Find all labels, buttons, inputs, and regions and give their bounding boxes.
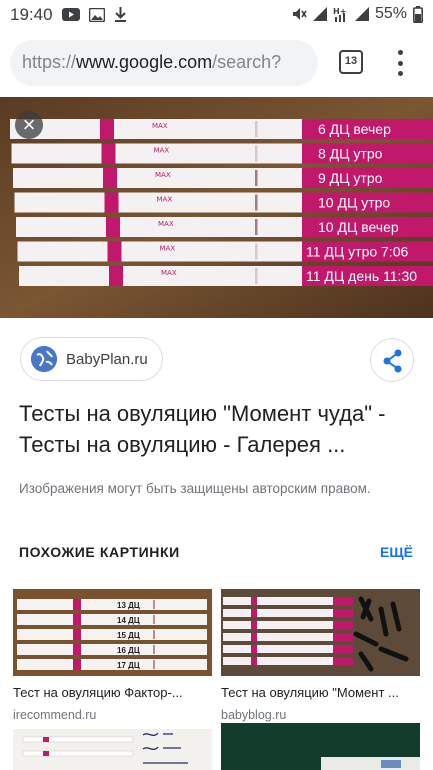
source-chip[interactable]: BabyPlan.ru bbox=[20, 337, 163, 381]
image-icon bbox=[89, 7, 105, 22]
max-label: MAX bbox=[161, 269, 177, 277]
similar-images-heading: ПОХОЖИЕ КАРТИНКИ bbox=[19, 544, 180, 560]
tab-switcher-button[interactable]: 13 bbox=[339, 50, 363, 74]
card-site: babyblog.ru bbox=[221, 708, 287, 722]
strip-label: 10 ДЦ вечер bbox=[318, 219, 399, 235]
strip-label: 13 ДЦ bbox=[117, 601, 140, 610]
hplus-icon: H+ bbox=[333, 7, 346, 22]
similar-card[interactable]: 13 ДЦ 14 ДЦ 15 ДЦ 16 ДЦ 17 ДЦ Тест на овуляц… bbox=[13, 589, 212, 722]
share-button[interactable] bbox=[370, 338, 414, 382]
test-strip: MAX 10 ДЦ вечер bbox=[16, 217, 433, 237]
test-strip bbox=[223, 633, 353, 641]
status-time: 19:40 bbox=[10, 5, 53, 24]
test-strip: 13 ДЦ bbox=[17, 599, 207, 610]
similar-card[interactable]: Тест на овуляцию "Момент ... babyblog.ru bbox=[221, 589, 420, 722]
card-thumbnail bbox=[221, 589, 420, 676]
test-strip: MAX 10 ДЦ утро bbox=[14, 192, 433, 213]
battery-percent: 55% bbox=[374, 5, 407, 22]
address-bar[interactable]: https://www.google.com/search? bbox=[10, 40, 318, 86]
strip-label: 6 ДЦ вечер bbox=[318, 121, 391, 137]
share-icon bbox=[383, 349, 402, 373]
card-thumbnail: 13 ДЦ 14 ДЦ 15 ДЦ 16 ДЦ 17 ДЦ bbox=[13, 589, 212, 676]
test-strip bbox=[223, 597, 353, 605]
preview-image[interactable]: MAX 6 ДЦ вечер MAX 8 ДЦ утро MAX 9 ДЦ утро MAX… bbox=[0, 97, 433, 318]
test-strip bbox=[223, 621, 353, 629]
max-label: MAX bbox=[160, 245, 176, 253]
similar-card[interactable] bbox=[221, 723, 420, 770]
globe-icon bbox=[31, 346, 57, 372]
test-strip: MAX 6 ДЦ вечер bbox=[10, 119, 433, 139]
signal-icon bbox=[312, 7, 327, 21]
strip-label: 17 ДЦ bbox=[117, 661, 140, 670]
close-button[interactable]: × bbox=[15, 111, 43, 139]
url-text[interactable]: https://www.google.com/search? bbox=[22, 52, 312, 73]
strip-label: 15 ДЦ bbox=[117, 631, 140, 640]
max-label: MAX bbox=[155, 171, 171, 179]
mute-icon bbox=[292, 8, 307, 20]
similar-card[interactable] bbox=[13, 729, 212, 770]
download-icon bbox=[115, 7, 126, 22]
test-strip: 17 ДЦ bbox=[17, 659, 207, 670]
strip-label: 11 ДЦ утро 7:06 bbox=[306, 244, 408, 260]
overflow-menu-button[interactable] bbox=[390, 50, 410, 76]
more-link[interactable]: ЕЩЁ bbox=[380, 544, 413, 560]
card-site: irecommend.ru bbox=[13, 708, 97, 722]
battery-icon bbox=[413, 5, 423, 23]
ovulation-tests-photo: MAX 6 ДЦ вечерMAX 8 ДЦ утроMAX 9 ДЦ утроMAX… bbox=[0, 97, 433, 318]
test-strip: 15 ДЦ bbox=[17, 629, 207, 640]
test-strip: MAX 11 ДЦ утро 7:06 bbox=[17, 241, 433, 262]
youtube-icon bbox=[62, 8, 80, 21]
strip-label: 16 ДЦ bbox=[117, 646, 140, 655]
strip-label: 11 ДЦ день 11:30 bbox=[306, 268, 417, 284]
card-thumbnail bbox=[13, 729, 212, 770]
source-name: BabyPlan.ru bbox=[66, 350, 148, 368]
strip-label: 8 ДЦ утро bbox=[318, 146, 383, 162]
test-strip: MAX 8 ДЦ утро bbox=[11, 143, 433, 164]
card-thumbnail bbox=[221, 723, 420, 770]
status-bar: 19:40 H+ 55% bbox=[0, 0, 433, 30]
strip-label: 10 ДЦ утро bbox=[318, 195, 390, 211]
max-label: MAX bbox=[158, 220, 174, 228]
test-strip: 16 ДЦ bbox=[17, 644, 207, 655]
card-title: Тест на овуляцию Фактор-... bbox=[13, 685, 183, 700]
result-title[interactable]: Тесты на овуляцию "Момент чуда" - Тесты … bbox=[19, 398, 419, 460]
test-strip bbox=[223, 645, 353, 653]
test-strip: MAX 9 ДЦ утро bbox=[13, 168, 433, 188]
copyright-notice: Изображения могут быть защищены авторски… bbox=[19, 481, 371, 496]
strip-label: 14 ДЦ bbox=[117, 616, 140, 625]
card-title: Тест на овуляцию "Момент ... bbox=[221, 685, 399, 700]
max-label: MAX bbox=[152, 122, 168, 130]
signal-icon bbox=[354, 7, 369, 21]
test-strip bbox=[223, 609, 353, 617]
strip-label: 9 ДЦ утро bbox=[318, 170, 383, 186]
test-strip: MAX 11 ДЦ день 11:30 bbox=[19, 266, 433, 286]
test-strip: 14 ДЦ bbox=[17, 614, 207, 625]
max-label: MAX bbox=[154, 147, 170, 155]
max-label: MAX bbox=[157, 196, 173, 204]
test-strip bbox=[223, 657, 353, 665]
